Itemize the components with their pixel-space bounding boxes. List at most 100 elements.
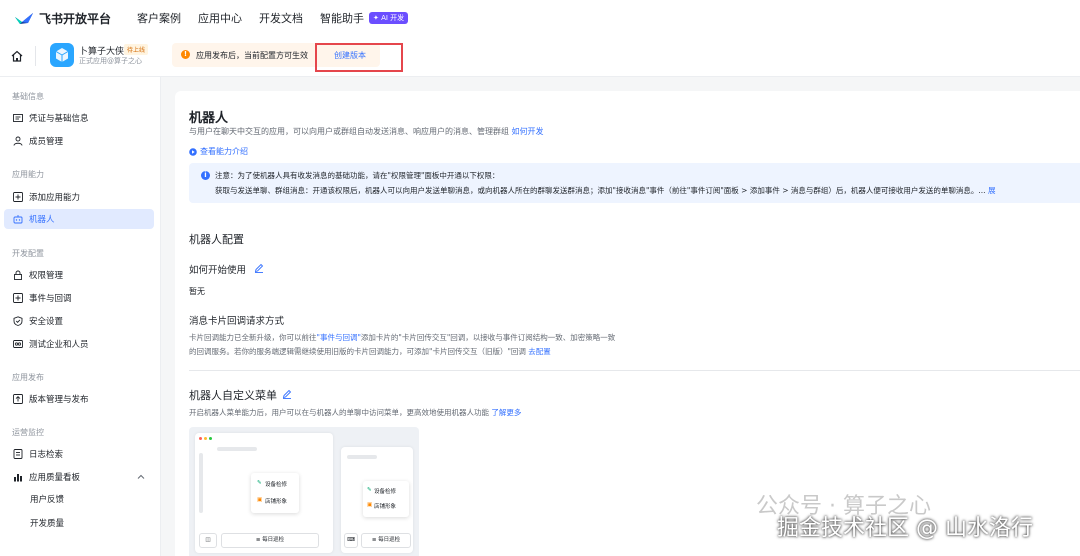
sidebar-item-test-enterprise[interactable]: 测试企业和人员	[4, 334, 154, 354]
sidebar-item-label: 凭证与基础信息	[29, 114, 89, 124]
sidebar-item-label: 添加应用能力	[29, 193, 81, 203]
edit-pencil-icon[interactable]	[254, 263, 264, 273]
menu-popup: ✎ 设备检修 ▣ 店铺形象	[363, 481, 409, 517]
sidebar-group-capabilities: 应用能力	[12, 170, 44, 179]
card-callback-heading: 消息卡片回调请求方式	[189, 316, 285, 327]
bar-chart-icon	[14, 474, 22, 482]
how-to-develop-link[interactable]: 如何开发	[512, 127, 544, 136]
event-icon	[13, 293, 23, 303]
info-text-line-1: 注意：为了使机器人具有收发消息的基础功能，请在"权限管理"面板中开通以下权限：	[215, 171, 500, 180]
custom-menu-illustration: ✎ 设备检修 ▣ 店铺形象 ◫ ≡ 每日巡检 ✎ 设备检修 ▣ 店铺形象 ⌨ ≡…	[189, 427, 419, 556]
events-callbacks-link[interactable]: "事件与回调"	[317, 333, 361, 342]
sidebar-item-add-capability[interactable]: 添加应用能力	[4, 187, 154, 207]
sidebar-group-dev-config: 开发配置	[12, 249, 44, 258]
menu-item-icon: ▣	[257, 497, 263, 503]
app-subtitle: 正式应用@算子之心	[79, 57, 142, 65]
mobile-chat-mockup: ✎ 设备检修 ▣ 店铺形象 ⌨ ≡ 每日巡检	[341, 447, 413, 553]
main-content: 机器人 与用户在聊天中交互的应用，可以向用户或群组自动发送消息、响应用户的消息、…	[161, 77, 1080, 556]
window-dot	[199, 437, 202, 440]
menu-item-icon: ✎	[257, 480, 262, 486]
window-dot	[209, 437, 212, 440]
daily-check-button: ≡ 每日巡检	[221, 533, 319, 548]
learn-more-link[interactable]: 了解更多	[491, 408, 521, 417]
window-dot	[204, 437, 207, 440]
desktop-chat-mockup: ✎ 设备检修 ▣ 店铺形象 ◫ ≡ 每日巡检	[195, 433, 333, 553]
menu-item-store-image: 店铺形象	[265, 499, 288, 505]
sidebar-item-label: 事件与回调	[29, 294, 72, 304]
feishu-logo-icon	[15, 13, 33, 24]
sidebar-item-security[interactable]: 安全设置	[4, 311, 154, 331]
home-icon[interactable]	[10, 49, 24, 63]
how-to-start-heading: 如何开始使用	[189, 265, 247, 276]
sidebar-item-label: 测试企业和人员	[29, 340, 89, 350]
placeholder-line	[217, 447, 257, 451]
sidebar-group-monitoring: 运营监控	[12, 428, 44, 437]
nav-customer-cases[interactable]: 客户案例	[137, 10, 181, 26]
sidebar: 基础信息 凭证与基础信息 成员管理 应用能力 添加应用能力 机器人 开发配置 权…	[0, 77, 161, 556]
custom-menu-heading: 机器人自定义菜单	[189, 389, 277, 402]
test-icon	[13, 340, 23, 348]
sidebar-item-label: 安全设置	[29, 317, 64, 327]
info-text-line-2: 获取与发送单聊、群组消息：开通该权限后，机器人可以向用户发送单聊消息，或向机器人…	[215, 185, 995, 196]
top-navigation: 飞书开放平台 客户案例 应用中心 开发文档 智能助手 ✦ AI 开发	[0, 0, 1080, 37]
nav-dev-docs[interactable]: 开发文档	[259, 10, 303, 26]
brand-name: 飞书开放平台	[39, 11, 112, 26]
menu-item-device-repair: 设备检修	[374, 489, 397, 495]
keyboard-icon: ⌨	[344, 533, 358, 548]
page-title: 机器人	[189, 111, 229, 126]
sidebar-item-credentials[interactable]: 凭证与基础信息	[4, 108, 154, 128]
daily-check-button: ≡ 每日巡检	[361, 533, 411, 548]
sidebar-item-log-search[interactable]: 日志检索	[4, 444, 154, 464]
sidebar-item-quality-dashboard[interactable]: 应用质量看板	[4, 467, 154, 487]
info-icon: i	[201, 171, 210, 180]
sidebar-item-bot[interactable]: 机器人	[4, 209, 154, 229]
chevron-up-icon[interactable]	[137, 473, 145, 481]
permission-info-box: i 注意：为了使机器人具有收发消息的基础功能，请在"权限管理"面板中开通以下权限…	[189, 163, 1080, 203]
divider	[35, 46, 36, 66]
callback-text-line-2: 的回调服务。若你的服务端逻辑需继续使用旧版的卡片回调能力，可添加"卡片回传交互（…	[189, 346, 551, 357]
upload-icon	[13, 394, 23, 404]
app-status-badge: 待上线	[124, 44, 149, 55]
juejin-watermark: 掘金技术社区 @ 山水洛行	[777, 516, 1033, 541]
sidebar-item-events[interactable]: 事件与回调	[4, 288, 154, 308]
cube-icon	[55, 48, 69, 62]
id-card-icon	[13, 114, 23, 122]
sidebar-item-permissions[interactable]: 权限管理	[4, 265, 154, 285]
menu-desc-text: 开启机器人菜单能力后，用户可以在与机器人的单聊中访问菜单，更高效地使用机器人功能	[189, 408, 492, 417]
nav-app-center[interactable]: 应用中心	[198, 10, 242, 26]
expand-link[interactable]: 展	[988, 186, 996, 195]
go-configure-link[interactable]: 去配置	[528, 347, 551, 356]
info-text: 获取与发送单聊、群组消息：开通该权限后，机器人可以向用户发送单聊消息，或向机器人…	[215, 186, 986, 195]
sidebar-subitem-dev-quality[interactable]: 开发质量	[30, 517, 64, 529]
sidebar-item-members[interactable]: 成员管理	[4, 131, 154, 151]
menu-popup: ✎ 设备检修 ▣ 店铺形象	[251, 473, 299, 513]
sidebar-item-label: 权限管理	[29, 271, 64, 281]
camera-icon: ◫	[199, 533, 217, 548]
custom-menu-description: 开启机器人菜单能力后，用户可以在与机器人的单聊中访问菜单，更高效地使用机器人功能…	[189, 407, 521, 418]
section-divider	[189, 370, 1080, 371]
play-circle-icon	[189, 147, 197, 156]
placeholder-line	[347, 455, 377, 459]
capability-intro-link[interactable]: 查看能力介绍	[189, 146, 248, 157]
brand[interactable]: 飞书开放平台	[14, 10, 137, 27]
capability-intro-label: 查看能力介绍	[200, 147, 248, 156]
user-icon	[13, 136, 23, 146]
sidebar-item-label: 日志检索	[29, 450, 64, 460]
edit-pencil-icon[interactable]	[282, 389, 292, 399]
sidebar-group-release: 应用发布	[12, 373, 44, 382]
robot-icon	[13, 215, 23, 224]
sidebar-item-label: 成员管理	[29, 137, 64, 147]
callback-text: 卡片回调能力已全新升级，你可以前往	[189, 333, 317, 342]
sidebar-item-label: 应用质量看板	[29, 473, 81, 483]
sidebar-subitem-user-feedback[interactable]: 用户反馈	[30, 493, 64, 505]
shield-icon	[13, 316, 23, 326]
menu-item-device-repair: 设备检修	[265, 482, 288, 488]
nav-smart-assistant[interactable]: 智能助手	[320, 10, 364, 26]
menu-item-icon: ▣	[367, 502, 373, 508]
sidebar-item-label: 机器人	[29, 215, 55, 225]
sidebar-item-version-release[interactable]: 版本管理与发布	[4, 389, 154, 409]
callback-text: 添加卡片的"卡片回传交互"回调，以接收与事件订阅结构一致、加密策略一致	[360, 333, 616, 342]
callback-text-line-1: 卡片回调能力已全新升级，你可以前往"事件与回调"添加卡片的"卡片回传交互"回调，…	[189, 332, 615, 343]
sidebar-item-label: 版本管理与发布	[29, 395, 89, 405]
create-version-link[interactable]: 创建版本	[334, 50, 366, 61]
